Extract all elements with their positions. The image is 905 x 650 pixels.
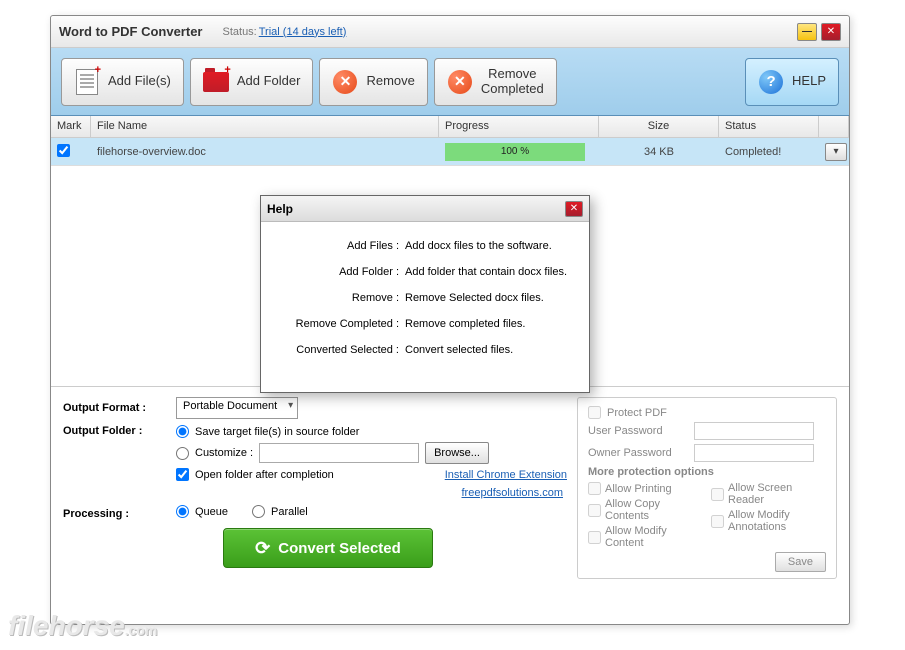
help-val: Remove Selected docx files.	[405, 292, 575, 304]
options-panel: Output Format : Portable Document Output…	[51, 386, 849, 589]
allow-printing-checkbox[interactable]	[588, 482, 601, 495]
browse-button[interactable]: Browse...	[425, 442, 489, 464]
add-files-button[interactable]: Add File(s)	[61, 58, 184, 106]
user-pw-input[interactable]	[694, 422, 814, 440]
titlebar: Word to PDF Converter Status: Trial (14 …	[51, 16, 849, 48]
protect-pdf-checkbox[interactable]	[588, 406, 601, 419]
save-in-source-label: Save target file(s) in source folder	[195, 426, 359, 438]
progress-bar: 100 %	[445, 143, 585, 161]
minimize-button[interactable]: —	[797, 23, 817, 41]
protect-pdf-panel: Protect PDF User Password Owner Password…	[577, 397, 837, 579]
remove-label: Remove	[366, 74, 414, 88]
help-dialog-close-button[interactable]: ✕	[565, 201, 583, 217]
help-dialog-body: Add Files :Add docx files to the softwar…	[261, 222, 589, 392]
help-key: Remove :	[275, 292, 405, 304]
row-size: 34 KB	[599, 146, 719, 158]
help-val: Add folder that contain docx files.	[405, 266, 575, 278]
row-action-button[interactable]: ▾	[825, 143, 847, 161]
header-status[interactable]: Status	[719, 116, 819, 137]
save-protect-button[interactable]: Save	[775, 552, 826, 572]
row-checkbox[interactable]	[57, 144, 70, 157]
owner-pw-input[interactable]	[694, 444, 814, 462]
help-val: Convert selected files.	[405, 344, 575, 356]
output-format-select[interactable]: Portable Document	[176, 397, 298, 419]
queue-label: Queue	[195, 506, 228, 518]
allow-modify-checkbox[interactable]	[588, 531, 601, 544]
help-key: Add Folder :	[275, 266, 405, 278]
site-link[interactable]: freepdfsolutions.com	[462, 487, 564, 499]
output-format-label: Output Format :	[63, 402, 168, 414]
allow-screen-checkbox[interactable]	[711, 488, 724, 501]
protect-pdf-title: Protect PDF	[607, 407, 667, 419]
convert-selected-button[interactable]: ⟳ Convert Selected	[223, 528, 433, 568]
header-action	[819, 116, 849, 137]
owner-pw-label: Owner Password	[588, 447, 688, 459]
install-extension-link[interactable]: Install Chrome Extension	[445, 469, 567, 481]
table-row[interactable]: filehorse-overview.doc 100 % 34 KB Compl…	[51, 138, 849, 166]
add-folder-label: Add Folder	[237, 74, 301, 88]
help-val: Remove completed files.	[405, 318, 575, 330]
help-label: HELP	[792, 74, 826, 88]
trial-status-link[interactable]: Trial (14 days left)	[259, 26, 347, 38]
help-key: Add Files :	[275, 240, 405, 252]
help-key: Converted Selected :	[275, 344, 405, 356]
help-dialog-title: Help	[267, 202, 293, 216]
allow-annot-label: Allow Modify Annotations	[728, 509, 826, 533]
add-files-label: Add File(s)	[108, 74, 171, 88]
more-options-title: More protection options	[588, 466, 826, 478]
open-after-checkbox[interactable]	[176, 468, 189, 481]
allow-annot-checkbox[interactable]	[711, 515, 724, 528]
allow-printing-label: Allow Printing	[605, 483, 672, 495]
close-button[interactable]: ✕	[821, 23, 841, 41]
allow-copy-checkbox[interactable]	[588, 504, 601, 517]
add-folder-button[interactable]: Add Folder	[190, 58, 314, 106]
customize-radio[interactable]	[176, 447, 189, 460]
save-in-source-radio[interactable]	[176, 425, 189, 438]
queue-radio[interactable]	[176, 505, 189, 518]
help-key: Remove Completed :	[275, 318, 405, 330]
row-status: Completed!	[719, 146, 819, 158]
header-size[interactable]: Size	[599, 116, 719, 137]
user-pw-label: User Password	[588, 425, 688, 437]
table-header: Mark File Name Progress Size Status	[51, 116, 849, 138]
header-mark[interactable]: Mark	[51, 116, 91, 137]
header-progress[interactable]: Progress	[439, 116, 599, 137]
remove-completed-label: Remove Completed	[481, 67, 544, 96]
page-plus-icon	[74, 69, 100, 95]
parallel-radio[interactable]	[252, 505, 265, 518]
help-button[interactable]: ? HELP	[745, 58, 839, 106]
help-icon: ?	[758, 69, 784, 95]
folder-plus-icon	[203, 69, 229, 95]
refresh-icon: ⟳	[255, 538, 270, 559]
output-folder-label: Output Folder :	[63, 425, 168, 437]
customize-path-input[interactable]	[259, 443, 419, 463]
allow-screen-label: Allow Screen Reader	[728, 482, 826, 506]
app-title: Word to PDF Converter	[59, 24, 203, 39]
allow-copy-label: Allow Copy Contents	[605, 498, 703, 522]
processing-label: Processing :	[63, 508, 168, 520]
help-dialog-titlebar[interactable]: Help ✕	[261, 196, 589, 222]
header-filename[interactable]: File Name	[91, 116, 439, 137]
help-dialog: Help ✕ Add Files :Add docx files to the …	[260, 195, 590, 393]
allow-modify-label: Allow Modify Content	[605, 525, 703, 549]
remove-button[interactable]: ✕ Remove	[319, 58, 427, 106]
remove-completed-icon: ✕	[447, 69, 473, 95]
remove-completed-button[interactable]: ✕ Remove Completed	[434, 58, 557, 106]
remove-icon: ✕	[332, 69, 358, 95]
row-filename: filehorse-overview.doc	[91, 146, 439, 158]
parallel-label: Parallel	[271, 506, 308, 518]
help-val: Add docx files to the software.	[405, 240, 575, 252]
open-after-label: Open folder after completion	[195, 469, 334, 481]
convert-label: Convert Selected	[278, 540, 401, 557]
toolbar: Add File(s) Add Folder ✕ Remove ✕ Remove…	[51, 48, 849, 116]
customize-label: Customize :	[195, 447, 253, 459]
status-label: Status:	[223, 26, 257, 38]
